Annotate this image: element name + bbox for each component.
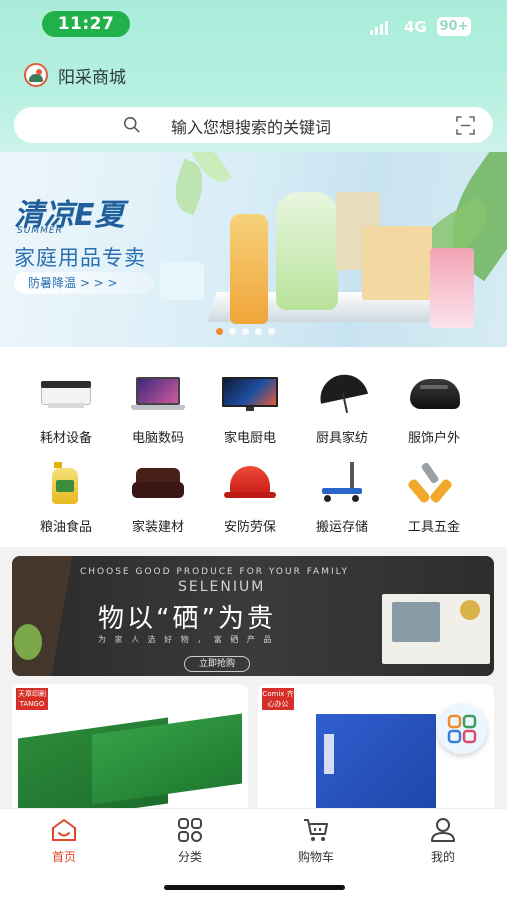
promo-banner[interactable]: CHOOSE GOOD PRODUCE FOR YOUR FAMILY SELE…: [12, 556, 494, 676]
category-label: 工具五金: [407, 520, 460, 535]
tab-home[interactable]: 首页: [24, 817, 104, 865]
tab-label: 购物车: [297, 850, 334, 864]
brand: 阳采商城: [24, 62, 126, 88]
tab-label: 我的: [430, 850, 455, 864]
cart-icon: [304, 819, 328, 841]
category-item-food[interactable]: 粮油食品: [26, 462, 106, 535]
banner-tag: 防暑降温 > > >: [14, 272, 154, 294]
pliers-icon: [406, 461, 462, 506]
umbrella-icon: [314, 370, 370, 417]
binder-image: [316, 714, 436, 814]
category-label: 服饰户外: [407, 431, 460, 446]
tab-cart[interactable]: 购物车: [276, 817, 356, 865]
category-label: 厨具家纺: [315, 431, 368, 446]
search-icon: [123, 116, 140, 133]
buy-now-button[interactable]: 立即抢购: [184, 656, 250, 672]
home-indicator[interactable]: [164, 885, 345, 890]
printer-icon: [38, 373, 94, 417]
biscuit-pack-image: [362, 226, 432, 300]
search-input[interactable]: 输入您想搜索的关键词: [171, 114, 331, 138]
home-icon: [52, 819, 76, 841]
scan-icon[interactable]: [456, 116, 475, 135]
brand-badge: 天章印刷 TANGO: [16, 688, 48, 710]
ice-image: [160, 262, 204, 300]
avocado-decoration: [14, 624, 42, 660]
laptop-icon: [130, 373, 186, 417]
user-icon: [431, 818, 455, 842]
category-label: 粮油食品: [39, 520, 92, 535]
category-label: 搬运存储: [315, 520, 368, 535]
network-type: 4G: [404, 18, 427, 36]
tab-label: 分类: [177, 850, 202, 864]
tab-label: 首页: [51, 850, 76, 864]
status-time: 11:27: [42, 11, 130, 37]
promo-description: 为 家 人 选 好 物 ， 富 硒 产 品: [98, 635, 275, 644]
category-item-consumables[interactable]: 耗材设备: [26, 373, 106, 446]
tab-profile[interactable]: 我的: [403, 817, 483, 865]
category-item-computers[interactable]: 电脑数码: [118, 373, 198, 446]
category-label: 家装建材: [131, 520, 184, 535]
helmet-icon: [406, 373, 462, 417]
category-grid: 耗材设备 电脑数码 家电厨电 厨具家纺 服饰户外 粮油食品 家装建材 安防劳保 …: [0, 347, 507, 547]
store-name: 阳采商城: [58, 67, 126, 88]
banner-headline: 家庭用品专卖: [14, 246, 146, 270]
category-item-hardware[interactable]: 工具五金: [394, 461, 474, 535]
floating-menu-button[interactable]: [437, 704, 487, 754]
promo-title: 物以“硒”为贵: [98, 604, 276, 634]
tv-icon: [222, 373, 278, 417]
category-item-apparel[interactable]: 服饰户外: [394, 373, 474, 446]
tab-category[interactable]: 分类: [150, 817, 230, 865]
oil-bottle-icon: [38, 462, 94, 506]
brand-badge: Comix 齐心办公: [262, 688, 294, 710]
promo-subtitle: SELENIUM: [178, 579, 266, 595]
hero-banner[interactable]: 清凉E夏 SUMMER 家庭用品专卖 防暑降温 > > >: [0, 152, 507, 347]
hand-truck-icon: [314, 462, 370, 506]
lotion-bottle-image: [230, 214, 268, 324]
tube-cream-image: [430, 248, 474, 328]
hard-hat-icon: [222, 462, 278, 506]
sofa-icon: [130, 462, 186, 506]
promo-tagline: CHOOSE GOOD PRODUCE FOR YOUR FAMILY: [80, 567, 349, 577]
battery-icon: 90+: [437, 17, 471, 36]
category-label: 耗材设备: [39, 431, 92, 446]
product-box-image: [382, 594, 490, 664]
product-card-paper[interactable]: 天章印刷 TANGO: [12, 684, 248, 814]
category-item-appliances[interactable]: 家电厨电: [210, 373, 290, 446]
signal-icon: [370, 21, 390, 35]
store-logo-icon: [24, 63, 48, 87]
search-bar[interactable]: 输入您想搜索的关键词: [14, 107, 493, 143]
category-item-safety[interactable]: 安防劳保: [210, 462, 290, 535]
category-label: 安防劳保: [223, 520, 276, 535]
banner-pagination: [216, 328, 275, 335]
shower-gel-image: [276, 192, 338, 310]
category-label: 电脑数码: [131, 431, 184, 446]
binder-label: [324, 734, 334, 774]
grid-icon: [447, 714, 477, 744]
category-label: 家电厨电: [223, 431, 276, 446]
banner-subtitle: SUMMER: [17, 226, 63, 236]
category-icon: [178, 818, 202, 842]
header: 11:27 4G 90+ 阳采商城 输入您想搜索的关键词: [0, 0, 507, 152]
category-item-kitchen[interactable]: 厨具家纺: [302, 370, 382, 446]
category-item-building[interactable]: 家装建材: [118, 462, 198, 535]
category-item-storage[interactable]: 搬运存储: [302, 462, 382, 535]
status-bar: 11:27 4G 90+: [0, 0, 507, 46]
